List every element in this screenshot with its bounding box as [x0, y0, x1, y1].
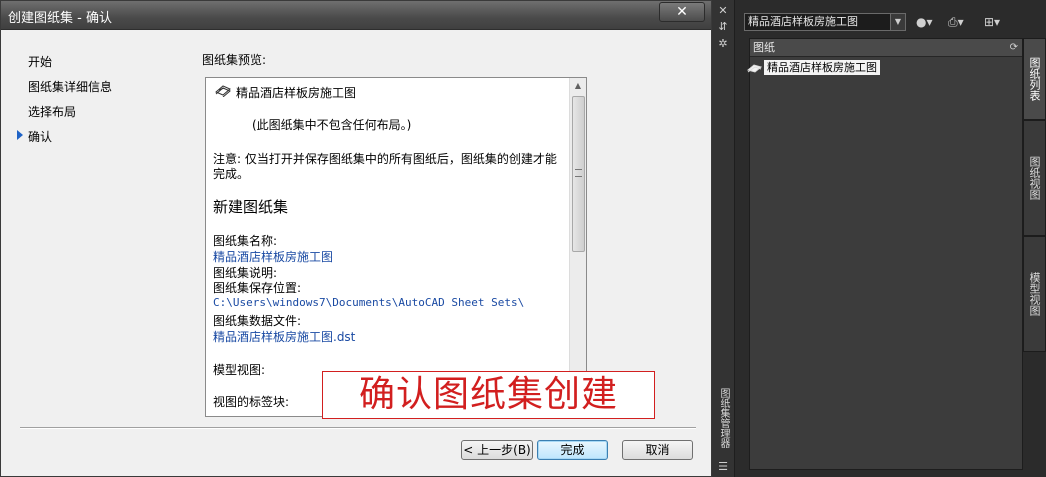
- scroll-thumb[interactable]: [572, 96, 585, 252]
- sheets-panel-title: 图纸: [753, 41, 775, 54]
- publish-indicator-icon[interactable]: ●▾: [916, 14, 933, 30]
- sheet-selections-icon[interactable]: ⊞▾: [984, 14, 1000, 30]
- preview-sheet-set-name: 精品酒店样板房施工图: [236, 86, 357, 100]
- preview-location-label: 图纸集保存位置:: [213, 281, 302, 295]
- sheet-set-select-value: 精品酒店样板房施工图: [748, 15, 858, 28]
- close-icon: ✕: [676, 4, 688, 20]
- plot-icon[interactable]: ⎙▾: [948, 14, 964, 30]
- sheets-panel-header: 图纸 ⟳: [750, 39, 1022, 57]
- preview-location-value: C:\Users\windows7\Documents\AutoCAD Shee…: [213, 296, 525, 309]
- refresh-icon[interactable]: ⟳: [1010, 39, 1018, 57]
- auto-hide-icon[interactable]: ⇵: [717, 21, 729, 33]
- sheets-panel: 图纸 ⟳ 精品酒店样板房施工图: [747, 38, 1023, 470]
- step-confirm[interactable]: 确认: [28, 128, 52, 145]
- preview-data-file-label: 图纸集数据文件:: [213, 314, 302, 328]
- close-button[interactable]: ✕: [659, 2, 705, 22]
- sheet-set-icon: [215, 85, 231, 97]
- preview-note-line1: 注意: 仅当打开并保存图纸集中的所有图纸后，图纸集的创建才能: [213, 152, 557, 166]
- palette-side-strip: ✕ ⇵ ✲ 图纸集管理器 ☰: [712, 0, 735, 477]
- step-choose-layouts[interactable]: 选择布局: [28, 103, 76, 120]
- chevron-down-icon: ▼: [890, 14, 905, 30]
- preview-data-file-value: 精品酒店样板房施工图.dst: [213, 330, 356, 344]
- preview-title-block-label: 视图的标签块:: [213, 395, 290, 409]
- dialog-title: 创建图纸集 - 确认: [8, 11, 112, 26]
- thumb-grip-icon: [575, 169, 582, 177]
- current-step-arrow-icon: [17, 130, 23, 140]
- preview-section-heading: 新建图纸集: [213, 198, 289, 216]
- confirm-annotation-callout: 确认图纸集创建: [322, 371, 655, 419]
- preview-note-line2: 完成。: [213, 167, 250, 181]
- back-button[interactable]: < 上一步(B): [461, 440, 533, 460]
- preview-model-view-label: 模型视图:: [213, 363, 266, 377]
- preview-name-value: 精品酒店样板房施工图: [213, 250, 334, 264]
- sheet-set-preview[interactable]: 精品酒店样板房施工图 (此图纸集中不包含任何布局。) 注意: 仅当打开并保存图纸…: [205, 77, 587, 417]
- sheet-set-tree-node[interactable]: 精品酒店样板房施工图: [764, 60, 880, 75]
- sheet-set-tree-icon: [747, 64, 762, 73]
- cancel-button[interactable]: 取消: [622, 440, 693, 460]
- tab-sheet-views[interactable]: 图纸视图: [1023, 120, 1046, 236]
- properties-gear-icon[interactable]: ✲: [717, 38, 729, 50]
- preview-no-layouts-note: (此图纸集中不包含任何布局。): [252, 118, 412, 132]
- palette-tabs: 图纸列表 图纸视图 模型视图: [1023, 38, 1046, 470]
- button-separator: [20, 427, 696, 429]
- preview-name-label: 图纸集名称:: [213, 234, 278, 248]
- palette-options-icon[interactable]: ☰: [717, 461, 729, 473]
- finish-button[interactable]: 完成: [537, 440, 608, 460]
- tab-model-views[interactable]: 模型视图: [1023, 236, 1046, 352]
- close-palette-icon[interactable]: ✕: [717, 5, 729, 17]
- sheet-set-select[interactable]: 精品酒店样板房施工图 ▼: [744, 13, 906, 31]
- preview-scrollbar[interactable]: ▲ ▼: [569, 78, 586, 416]
- step-sheet-set-details[interactable]: 图纸集详细信息: [28, 78, 112, 95]
- tab-sheet-list[interactable]: 图纸列表: [1023, 38, 1046, 120]
- palette-strip-label: 图纸集管理器: [718, 388, 729, 448]
- create-sheet-set-dialog: 创建图纸集 - 确认 ✕ 开始 图纸集详细信息 选择布局 确认 图纸集预览: 精…: [0, 0, 712, 477]
- dialog-titlebar[interactable]: 创建图纸集 - 确认 ✕: [1, 1, 711, 30]
- step-begin[interactable]: 开始: [28, 53, 52, 70]
- scroll-up-arrow-icon[interactable]: ▲: [570, 78, 586, 94]
- sheet-set-manager-palette: ✕ ⇵ ✲ 图纸集管理器 ☰ 精品酒店样板房施工图 ▼ ●▾ ⎙▾ ⊞▾ 图纸 …: [712, 0, 1046, 477]
- preview-label: 图纸集预览:: [202, 53, 267, 67]
